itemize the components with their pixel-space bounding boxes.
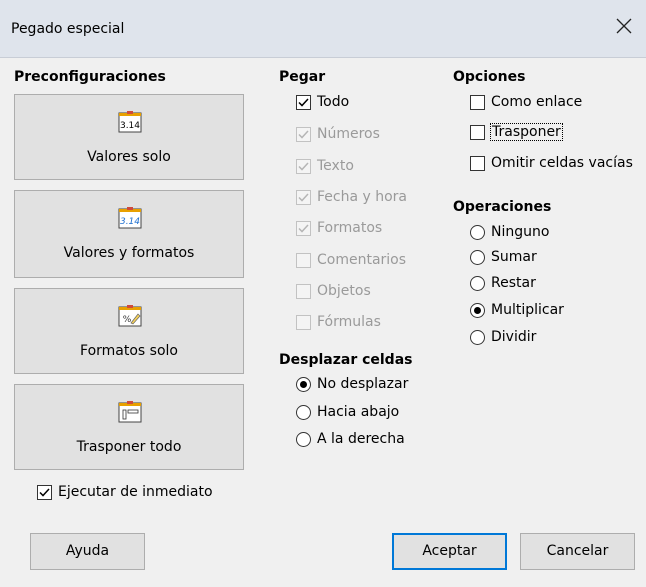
radio-circle[interactable] [470, 302, 485, 318]
op-divide-radio[interactable]: Dividir [470, 329, 536, 345]
checkbox-box [296, 158, 311, 174]
op-add-radio[interactable]: Sumar [470, 249, 537, 265]
paste-all-label: Todo [317, 94, 350, 110]
help-button[interactable]: Ayuda [30, 533, 145, 570]
paste-formats-label: Formatos [317, 220, 383, 236]
no-shift-label: No desplazar [317, 376, 409, 392]
checkbox-box[interactable] [470, 94, 485, 110]
dialog-title: Pegado especial [11, 21, 125, 37]
radio-circle[interactable] [470, 249, 485, 265]
op-subtract-label: Restar [491, 275, 536, 291]
op-none-label: Ninguno [491, 224, 550, 240]
paste-objects-label: Objetos [317, 283, 371, 299]
paste-all-checkbox[interactable]: Todo [296, 94, 349, 110]
paste-text-checkbox: Texto [296, 158, 354, 174]
paste-comments-checkbox: Comentarios [296, 252, 406, 268]
run-immediately-label: Ejecutar de inmediato [58, 484, 213, 500]
radio-circle[interactable] [470, 275, 485, 291]
no-shift-radio[interactable]: No desplazar [296, 376, 408, 392]
values-only-icon: 3.14 [118, 111, 142, 133]
ok-button[interactable]: Aceptar [392, 533, 507, 570]
skip-empty-cells-checkbox[interactable]: Omitir celdas vacías [470, 155, 633, 171]
op-multiply-radio[interactable]: Multiplicar [470, 302, 564, 318]
svg-text:%: % [123, 315, 132, 325]
transpose-all-icon [118, 401, 142, 423]
cancel-button[interactable]: Cancelar [520, 533, 635, 570]
paste-header: Pegar [279, 69, 326, 85]
checkbox-box[interactable] [296, 94, 311, 110]
formats-only-button[interactable]: % Formatos solo [14, 288, 244, 374]
paste-datetime-label: Fecha y hora [317, 189, 408, 205]
formats-only-icon: % [118, 305, 142, 327]
values-formats-label: Valores y formatos [63, 245, 195, 261]
close-icon[interactable] [614, 16, 634, 36]
op-subtract-radio[interactable]: Restar [470, 275, 536, 291]
checkbox-box[interactable] [470, 155, 485, 171]
as-link-label: Como enlace [491, 94, 583, 110]
radio-circle[interactable] [296, 431, 311, 447]
checkbox-box [296, 126, 311, 142]
transpose-all-label: Trasponer todo [76, 439, 182, 455]
paste-text-label: Texto [317, 158, 354, 174]
op-multiply-label: Multiplicar [491, 302, 564, 318]
paste-numbers-label: Números [317, 126, 380, 142]
values-only-button[interactable]: 3.14 Valores solo [14, 94, 244, 180]
as-link-checkbox[interactable]: Como enlace [470, 94, 582, 110]
radio-circle[interactable] [470, 224, 485, 240]
paste-formats-checkbox: Formatos [296, 220, 382, 236]
op-add-label: Sumar [491, 249, 537, 265]
op-none-radio[interactable]: Ninguno [470, 224, 549, 240]
paste-formulas-checkbox: Fórmulas [296, 314, 381, 330]
transpose-all-button[interactable]: Trasponer todo [14, 384, 244, 470]
radio-circle[interactable] [296, 376, 311, 392]
values-formats-icon: 3.14 [118, 207, 142, 229]
shift-cells-header: Desplazar celdas [279, 352, 413, 368]
shift-right-radio[interactable]: A la derecha [296, 431, 405, 447]
values-only-label: Valores solo [87, 149, 171, 165]
skip-empty-cells-label: Omitir celdas vacías [491, 155, 633, 171]
svg-text:3.14: 3.14 [120, 217, 140, 227]
checkbox-box[interactable] [37, 484, 52, 500]
paste-datetime-checkbox: Fecha y hora [296, 189, 407, 205]
checkbox-box [296, 189, 311, 205]
transpose-checkbox[interactable]: Trasponer [470, 123, 563, 141]
checkbox-box [296, 314, 311, 330]
operations-header: Operaciones [453, 199, 552, 215]
radio-circle[interactable] [470, 329, 485, 345]
checkbox-box [296, 220, 311, 236]
presets-header: Preconfiguraciones [14, 69, 166, 85]
checkbox-box [296, 252, 311, 268]
values-formats-button[interactable]: 3.14 Valores y formatos [14, 190, 244, 278]
paste-numbers-checkbox: Números [296, 126, 380, 142]
svg-text:3.14: 3.14 [120, 121, 140, 131]
run-immediately-checkbox[interactable]: Ejecutar de inmediato [37, 484, 213, 500]
title-bar: Pegado especial [0, 0, 646, 58]
shift-down-label: Hacia abajo [317, 404, 400, 420]
paste-formulas-label: Fórmulas [317, 314, 381, 330]
paste-objects-checkbox: Objetos [296, 283, 371, 299]
radio-circle[interactable] [296, 404, 311, 420]
transpose-label: Trasponer [490, 123, 563, 141]
checkbox-box [296, 283, 311, 299]
paste-comments-label: Comentarios [317, 252, 407, 268]
formats-only-label: Formatos solo [80, 343, 178, 359]
shift-right-label: A la derecha [317, 431, 405, 447]
checkbox-box[interactable] [470, 124, 485, 140]
op-divide-label: Dividir [491, 329, 537, 345]
shift-down-radio[interactable]: Hacia abajo [296, 404, 399, 420]
options-header: Opciones [453, 69, 526, 85]
